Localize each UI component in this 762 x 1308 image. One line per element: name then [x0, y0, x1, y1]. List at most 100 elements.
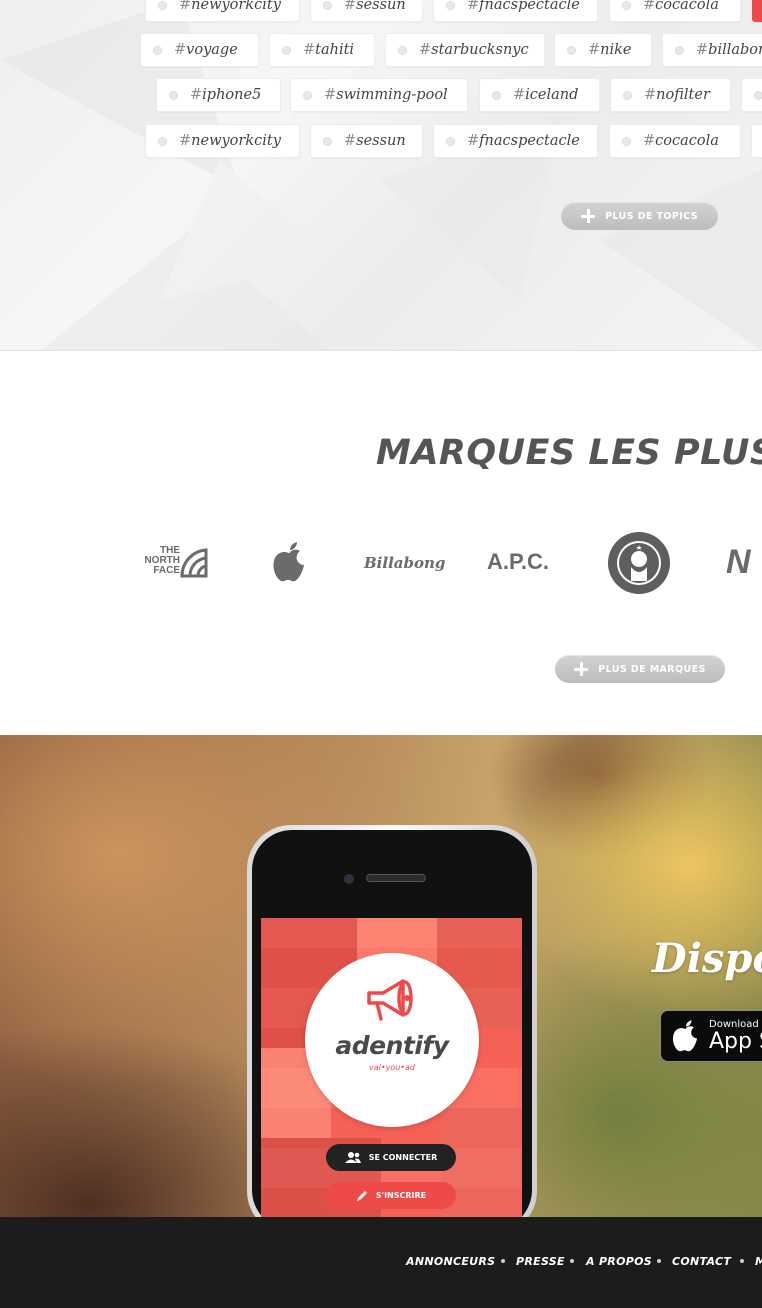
tag-label: starbucksnyc — [431, 42, 529, 58]
tag-label: newyorkcity — [191, 0, 281, 13]
footer-separator — [740, 1259, 744, 1263]
topic-tag[interactable]: # sessun — [310, 0, 423, 22]
tag-hash: # — [344, 133, 357, 149]
tag-label: nike — [600, 42, 632, 58]
tag-hash: # — [513, 87, 526, 103]
footer-separator — [501, 1259, 505, 1263]
topic-tag[interactable]: # voyage — [140, 33, 259, 67]
tag-label: iphone5 — [202, 87, 262, 103]
footer-link-contact[interactable]: CONTACT — [672, 1255, 731, 1268]
topic-tag[interactable]: # sessun — [310, 124, 423, 158]
tag-label: fnacspectacle — [479, 133, 580, 149]
topic-tag[interactable]: # fnacspectacle — [433, 0, 598, 22]
topic-tag[interactable]: # starbucksnyc — [385, 33, 545, 67]
tag-hash: # — [174, 42, 187, 58]
tag-label: billabong — [708, 42, 762, 58]
signup-button[interactable]: S'INSCRIRE — [326, 1182, 456, 1209]
topic-tag[interactable]: # newyorkcity — [145, 124, 300, 158]
billabong-text: Billabong — [364, 554, 446, 572]
login-label: SE CONNECTER — [368, 1153, 438, 1162]
tag-hash: # — [303, 42, 316, 58]
topic-tag[interactable]: # tahiti — [269, 33, 375, 67]
footer-link-presse[interactable]: PRESSE — [516, 1255, 565, 1268]
tag-hash: # — [179, 133, 192, 149]
tnf-mark-icon — [180, 548, 208, 578]
apc-logo[interactable]: A.P.C. — [487, 550, 549, 574]
tag-dot-icon — [282, 45, 291, 55]
tag-dot-icon — [754, 90, 762, 100]
plus-icon — [581, 209, 596, 223]
topic-tag[interactable]: # nike — [554, 33, 652, 67]
app-tagline: val•you•ad — [369, 1063, 415, 1072]
footer-separator — [657, 1259, 661, 1263]
tag-hash: # — [324, 87, 337, 103]
more-brands-button[interactable]: PLUS DE MARQUES — [555, 655, 725, 683]
signup-label: S'INSCRIRE — [375, 1191, 427, 1200]
camera-icon — [344, 874, 354, 884]
more-topics-label: PLUS DE TOPICS — [605, 210, 698, 222]
topic-tag[interactable]: # iphone5 — [156, 78, 281, 112]
tag-dot-icon — [158, 136, 167, 146]
apple-logo[interactable] — [271, 541, 309, 583]
topic-tag[interactable]: # fnacspectacle — [433, 124, 598, 158]
tag-dot-icon — [323, 0, 332, 10]
apple-icon — [672, 1020, 698, 1052]
speaker-grille — [366, 874, 426, 882]
tag-label: sessun — [356, 133, 406, 149]
footer-link-annonceurs[interactable]: ANNONCEURS — [406, 1255, 495, 1268]
tag-dot-icon — [169, 90, 178, 100]
tag-label: sessun — [356, 0, 406, 13]
footer-link-more[interactable]: M — [755, 1255, 762, 1268]
tag-label: cocacola — [655, 0, 719, 13]
starbucks-logo[interactable] — [607, 531, 671, 595]
tag-hash: # — [643, 133, 656, 149]
login-button[interactable]: SE CONNECTER — [326, 1144, 456, 1171]
app-store-badge[interactable]: Download App S — [660, 1010, 762, 1062]
tag-dot-icon — [398, 45, 407, 55]
billabong-logo[interactable]: Billabong — [364, 551, 454, 575]
tag-label: voyage — [186, 42, 238, 58]
store-small-text: Download — [709, 1018, 759, 1030]
more-brands-label: PLUS DE MARQUES — [598, 663, 706, 675]
tag-dot-icon — [446, 0, 455, 10]
tag-label: fnacspectacle — [479, 0, 580, 13]
topic-tag[interactable]: # newyorkcity — [145, 0, 300, 22]
pencil-icon — [356, 1190, 367, 1201]
tag-dot-icon — [622, 136, 631, 146]
tag-dot-icon — [446, 136, 455, 146]
new-balance-text: N — [726, 543, 751, 581]
tag-dot-icon — [158, 0, 167, 10]
topic-tag[interactable]: # — [751, 124, 762, 158]
the-north-face-logo[interactable]: THE NORTH FACE — [140, 546, 210, 582]
tag-dot-icon — [153, 45, 162, 55]
brands-section: MARQUES LES PLUS TA THE NORTH FACE Billa… — [0, 351, 762, 735]
tnf-line-3: FACE — [153, 565, 180, 576]
tag-label: newyorkcity — [191, 133, 281, 149]
megaphone-icon — [367, 979, 413, 1021]
app-screen: adentify val•you•ad SE CONNECTER S'INSCR… — [261, 918, 522, 1217]
tag-label: tahiti — [315, 42, 355, 58]
footer-separator — [570, 1259, 574, 1263]
topic-tag[interactable]: # cocacola — [609, 0, 741, 22]
more-topics-button[interactable]: PLUS DE TOPICS — [561, 202, 718, 230]
tag-dot-icon — [567, 45, 576, 55]
topic-tag[interactable]: # — [752, 0, 762, 22]
tag-label: swimming-pool — [336, 87, 448, 103]
tag-dot-icon — [675, 45, 684, 55]
tag-hash: # — [467, 133, 480, 149]
tag-hash: # — [179, 0, 192, 13]
new-balance-logo[interactable]: N — [726, 545, 751, 579]
tag-hash: # — [419, 42, 432, 58]
footer-link-a-propos[interactable]: A PROPOS — [586, 1255, 652, 1268]
brands-title: MARQUES LES PLUS TA — [376, 433, 762, 473]
topic-tag[interactable]: #billabong — [662, 33, 762, 67]
tag-label: cocacola — [655, 133, 719, 149]
topic-tag[interactable]: # iceland — [479, 78, 600, 112]
topic-tag[interactable]: # swimming-pool — [290, 78, 468, 112]
topic-tag[interactable]: # — [741, 78, 762, 112]
tag-hash: # — [643, 0, 656, 13]
tag-dot-icon — [622, 0, 631, 10]
topic-tag[interactable]: # nofilter — [610, 78, 731, 112]
topic-tag[interactable]: # cocacola — [609, 124, 741, 158]
apc-text: A.P.C. — [487, 549, 549, 574]
